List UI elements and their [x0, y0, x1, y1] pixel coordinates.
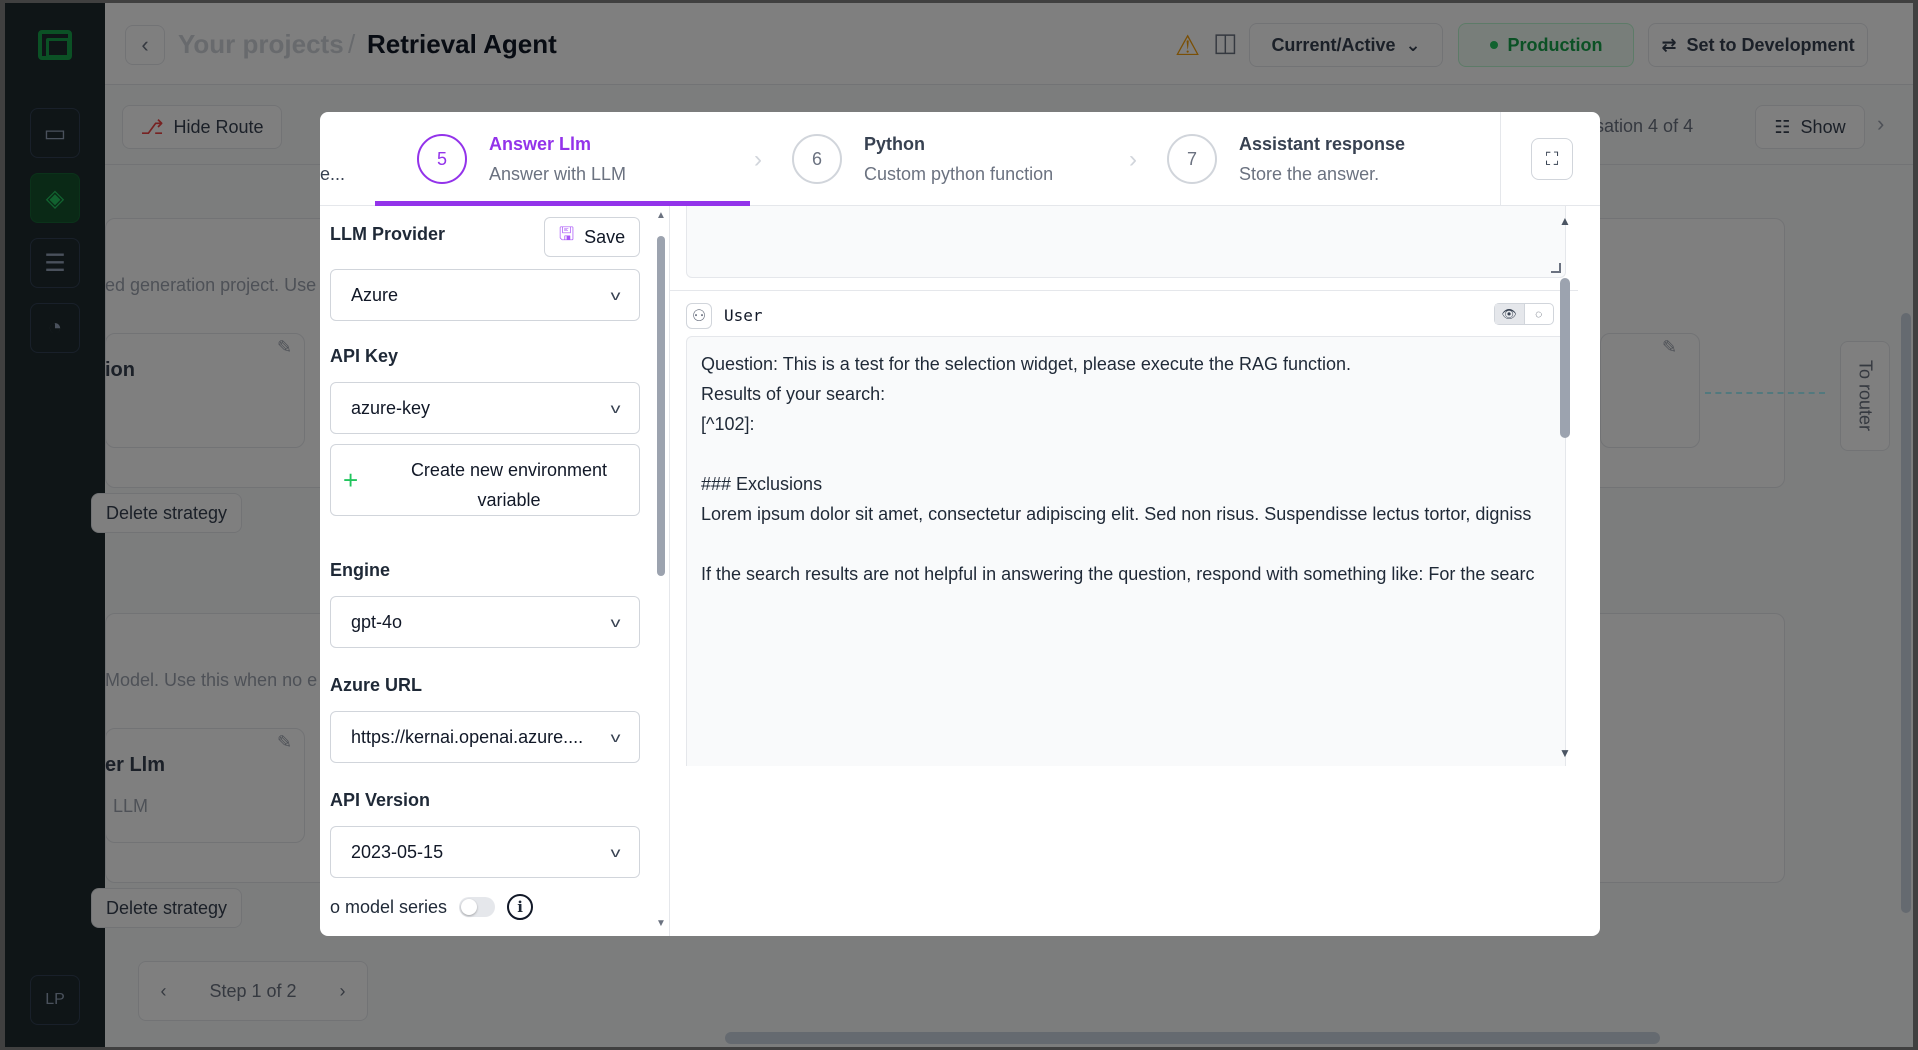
chevron-down-icon: v: [610, 614, 621, 630]
azure-url-value: https://kernai.openai.azure....: [351, 726, 584, 747]
message-line: Results of your search:: [701, 384, 886, 404]
message-header: ⚇ User 👁 ◌: [670, 290, 1578, 338]
step-config-modal: e... 5 Answer Llm Answer with LLM › 6 Py…: [320, 112, 1600, 936]
scroll-down-icon[interactable]: ▼: [656, 918, 666, 929]
engine-value: gpt-4o: [351, 611, 403, 632]
system-prompt-textarea[interactable]: [686, 206, 1566, 278]
message-line: [701, 439, 1551, 469]
scroll-thumb[interactable]: [657, 236, 665, 576]
plus-icon: +: [343, 465, 359, 495]
azure-url-label: Azure URL: [330, 675, 423, 695]
step-navigation: e... 5 Answer Llm Answer with LLM › 6 Py…: [320, 112, 1600, 206]
llm-provider-label: LLM Provider: [330, 224, 446, 244]
api-key-value: azure-key: [351, 397, 431, 418]
chevron-down-icon: v: [610, 400, 621, 416]
llm-provider-select[interactable]: Azure v: [330, 269, 640, 321]
user-message-textarea[interactable]: Question: This is a test for the selecti…: [686, 336, 1566, 766]
engine-select[interactable]: gpt-4o v: [330, 596, 640, 648]
prompt-panel: ⚇ User 👁 ◌ Question: This is a test for …: [670, 206, 1600, 936]
save-icon: 🖫: [558, 224, 575, 244]
step-6-tab[interactable]: 6 Python Custom python function ›: [750, 112, 1137, 206]
previous-step-truncated[interactable]: e...: [320, 164, 345, 185]
chevron-down-icon: v: [610, 287, 621, 303]
save-button[interactable]: 🖫 Save: [544, 217, 640, 257]
visibility-toggle[interactable]: 👁 ◌: [1494, 303, 1554, 325]
scroll-up-icon[interactable]: ▲: [656, 210, 666, 221]
scroll-up-icon[interactable]: ▲: [1559, 214, 1571, 228]
scroll-thumb[interactable]: [1560, 278, 1570, 438]
step-subtitle: Answer with LLM: [489, 164, 627, 184]
engine-label: Engine: [330, 560, 391, 580]
create-env-variable-button[interactable]: + Create new environment variable: [330, 444, 640, 516]
divider: [1500, 112, 1501, 206]
message-line: Lorem ipsum dolor sit amet, consectetur …: [701, 504, 1532, 524]
azure-url-select[interactable]: https://kernai.openai.azure.... v: [330, 711, 640, 763]
api-version-value: 2023-05-15: [351, 841, 444, 862]
config-scrollbar[interactable]: ▲ ▼: [654, 206, 668, 936]
api-version-select[interactable]: 2023-05-15 v: [330, 826, 640, 878]
step-subtitle: Custom python function: [864, 164, 1054, 184]
info-icon[interactable]: i: [507, 894, 534, 920]
api-key-label: API Key: [330, 346, 399, 366]
step-title: Assistant response: [1239, 134, 1406, 154]
fullscreen-icon: ⛶: [1545, 148, 1559, 169]
model-series-label: o model series: [330, 896, 448, 917]
message-line: [701, 529, 1551, 559]
chevron-down-icon: v: [610, 844, 621, 860]
step-number: 7: [1167, 134, 1217, 184]
eye-off-icon[interactable]: ◌: [1525, 304, 1554, 324]
llm-provider-value: Azure: [351, 284, 399, 305]
llm-config-panel: LLM Provider 🖫 Save Azure v API Key azure-…: [320, 206, 670, 936]
step-title: Answer Llm: [489, 134, 592, 154]
user-icon: ⚇: [686, 303, 712, 329]
message-role-label: User: [724, 306, 763, 325]
prompt-scrollbar[interactable]: ▲ ▼: [1556, 206, 1572, 766]
step-5-tab[interactable]: 5 Answer Llm Answer with LLM ›: [375, 112, 762, 206]
message-line: Question: This is a test for the selecti…: [701, 354, 1352, 374]
step-number: 5: [417, 134, 467, 184]
eye-icon[interactable]: 👁: [1495, 304, 1525, 324]
step-title: Python: [864, 134, 925, 154]
step-7-tab[interactable]: 7 Assistant response Store the answer.: [1125, 112, 1500, 206]
model-series-toggle[interactable]: [459, 897, 496, 917]
create-env-label: Create new environment variable: [410, 460, 608, 510]
step-number: 6: [792, 134, 842, 184]
message-line: ### Exclusions: [701, 474, 823, 494]
api-version-label: API Version: [330, 790, 431, 810]
step-subtitle: Store the answer.: [1239, 164, 1380, 184]
chevron-down-icon: v: [610, 729, 621, 745]
model-series-row: o model series i: [330, 894, 534, 920]
message-line: If the search results are not helpful in…: [701, 564, 1535, 584]
scroll-down-icon[interactable]: ▼: [1559, 746, 1571, 760]
fullscreen-button[interactable]: ⛶: [1531, 138, 1573, 180]
save-label: Save: [584, 226, 626, 247]
api-key-select[interactable]: azure-key v: [330, 382, 640, 434]
message-line: [^102]:: [701, 414, 755, 434]
